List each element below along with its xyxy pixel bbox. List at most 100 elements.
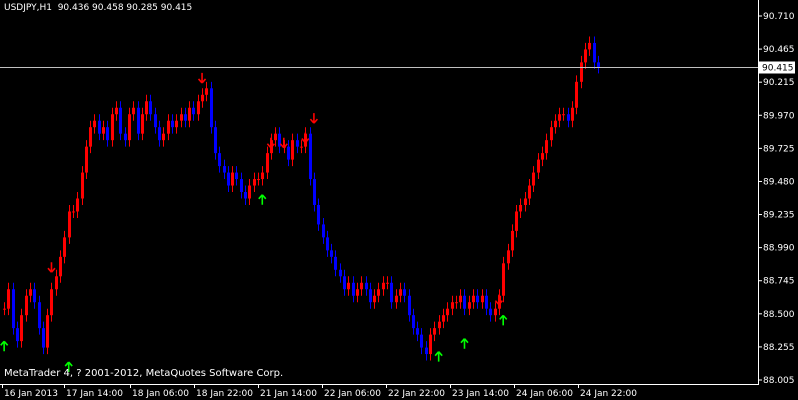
candle-body xyxy=(588,42,591,50)
candle-body xyxy=(171,120,174,128)
up-arrow-icon xyxy=(434,351,443,362)
candle-body xyxy=(438,321,441,329)
candle-body xyxy=(188,107,191,121)
copyright-text: MetaTrader 4, ? 2001-2012, MetaQuotes So… xyxy=(4,368,284,379)
chart-window[interactable]: 90.710 90.465 90.215 89.970 89.725 89.480 89.2… xyxy=(0,0,798,400)
candle-body xyxy=(111,114,114,141)
candle-body xyxy=(132,107,135,115)
candle-body xyxy=(386,282,389,284)
chart-header: USDJPY,H1 90.436 90.458 90.285 90.415 xyxy=(4,3,192,13)
candle-body xyxy=(399,289,402,296)
up-arrow-icon xyxy=(499,314,508,326)
candle-body xyxy=(408,295,411,316)
candle-body xyxy=(317,204,320,225)
candle-body xyxy=(322,224,325,238)
y-tick-label: 89.970 xyxy=(763,111,795,121)
chart-axes xyxy=(0,0,759,385)
candle-body xyxy=(532,172,535,186)
candle-body xyxy=(459,295,462,303)
candle-body xyxy=(201,94,204,102)
symbol-timeframe: USDJPY,H1 xyxy=(4,3,52,13)
candle-body xyxy=(25,295,28,316)
candle-body xyxy=(597,62,600,67)
candle-body xyxy=(106,127,109,141)
candle-body xyxy=(20,315,23,342)
current-price-label: 90.415 xyxy=(762,64,794,74)
x-tick-label: 21 Jan 14:00 xyxy=(260,389,317,399)
candle-body xyxy=(343,276,346,290)
candle-body xyxy=(231,172,234,186)
candle-body xyxy=(377,289,380,296)
candle-body xyxy=(248,185,251,199)
candle-body xyxy=(7,289,10,309)
y-tick-label: 89.235 xyxy=(763,211,795,221)
candle-body xyxy=(266,153,269,173)
x-tick-label: 18 Jan 22:00 xyxy=(196,389,253,399)
candle-body xyxy=(494,308,497,316)
candle-body xyxy=(463,295,466,309)
candle-body xyxy=(416,328,419,335)
candle-body xyxy=(128,114,131,141)
candle-body xyxy=(524,198,527,205)
candle-body xyxy=(192,107,195,115)
candle-body xyxy=(38,302,41,329)
down-arrow-icon xyxy=(309,113,319,124)
up-arrow-icon xyxy=(258,194,267,205)
candle-body xyxy=(455,302,458,304)
candle-body xyxy=(352,282,355,296)
candle-body xyxy=(162,133,165,141)
candle-body xyxy=(558,114,561,121)
candle-body xyxy=(261,172,264,180)
candle-body xyxy=(562,114,565,116)
down-arrow-icon xyxy=(47,262,56,273)
candle-body xyxy=(214,127,217,154)
candle-body xyxy=(149,101,152,115)
candle-body xyxy=(180,114,183,121)
candle-body xyxy=(571,107,574,121)
x-tick-label: 24 Jan 22:00 xyxy=(580,389,637,399)
candle-body xyxy=(395,295,398,303)
y-tick-label: 89.480 xyxy=(763,177,795,187)
down-arrow-icon xyxy=(197,72,207,84)
candle-body xyxy=(554,120,557,128)
candle-body xyxy=(511,230,514,251)
candle-body xyxy=(537,159,540,173)
candle-body xyxy=(98,120,101,134)
candle-body xyxy=(330,250,333,257)
price-chart[interactable]: 90.710 90.465 90.215 89.970 89.725 89.480 89.2… xyxy=(0,0,798,400)
candle-body xyxy=(369,289,372,303)
ohlc-values: 90.436 90.458 90.285 90.415 xyxy=(57,3,193,13)
candle-body xyxy=(253,179,256,186)
x-tick-label: 22 Jan 22:00 xyxy=(388,389,445,399)
candle-body xyxy=(347,282,350,290)
candle-body xyxy=(451,302,454,309)
y-tick-label: 89.725 xyxy=(763,144,795,154)
current-price-tag: 90.415 xyxy=(759,61,795,74)
candle-body xyxy=(296,140,299,147)
candle-body xyxy=(356,289,359,296)
candle-body xyxy=(580,62,583,82)
candle-body xyxy=(373,295,376,303)
candle-body xyxy=(420,334,423,348)
candle-body xyxy=(93,120,96,128)
candle-body xyxy=(575,81,578,108)
candle-body xyxy=(507,250,510,264)
candle-body xyxy=(210,88,213,128)
candle-body xyxy=(12,289,15,329)
y-tick-label: 88.255 xyxy=(763,343,795,353)
candle-body xyxy=(81,172,84,199)
candle-body xyxy=(412,315,415,329)
y-tick-label: 88.500 xyxy=(763,310,795,320)
candle-body xyxy=(287,146,290,160)
candle-body xyxy=(433,328,436,335)
candle-body xyxy=(291,140,294,160)
y-tick-label: 88.005 xyxy=(763,376,795,386)
candle-body xyxy=(175,120,178,128)
candle-body xyxy=(137,107,140,134)
candle-body xyxy=(584,49,587,63)
y-tick-label: 90.710 xyxy=(763,12,795,22)
candle-body xyxy=(300,146,303,148)
x-tick-label: 18 Jan 06:00 xyxy=(132,389,189,399)
candle-series xyxy=(3,36,600,361)
y-tick-label: 88.745 xyxy=(763,277,795,287)
